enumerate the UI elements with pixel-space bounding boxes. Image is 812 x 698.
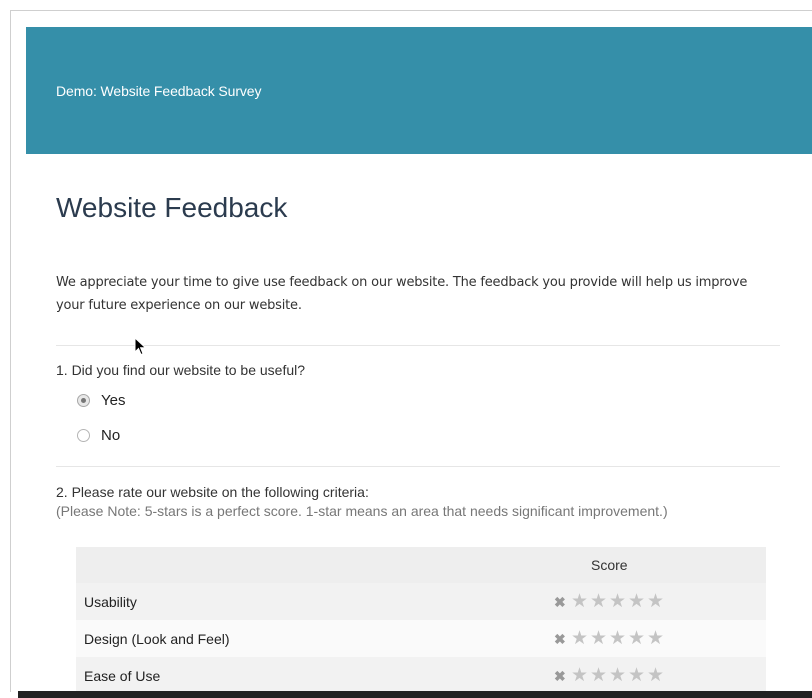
- rating-row-label: Design (Look and Feel): [84, 630, 230, 647]
- star-icon[interactable]: ★: [589, 629, 608, 648]
- question-2-note: (Please Note: 5-stars is a perfect score…: [56, 503, 668, 519]
- rating-row-design: Design (Look and Feel) ✖ ★ ★ ★ ★ ★: [76, 620, 766, 657]
- rating-row-usability: Usability ✖ ★ ★ ★ ★ ★: [76, 583, 766, 620]
- star-icon[interactable]: ★: [627, 592, 646, 611]
- star-icon[interactable]: ★: [608, 592, 627, 611]
- rating-table: Score Usability ✖ ★ ★ ★ ★ ★ Design (Look…: [76, 547, 766, 694]
- star-icon[interactable]: ★: [589, 666, 608, 685]
- rating-row-label: Usability: [84, 593, 137, 610]
- survey-title: Website Feedback: [56, 192, 288, 223]
- question-2-text: 2. Please rate our website on the follow…: [56, 484, 369, 500]
- star-icon[interactable]: ★: [608, 666, 627, 685]
- clear-rating-icon[interactable]: ✖: [554, 669, 570, 683]
- star-icon[interactable]: ★: [646, 592, 665, 611]
- star-rating: ✖ ★ ★ ★ ★ ★: [554, 629, 665, 648]
- survey-header-banner: Demo: Website Feedback Survey: [26, 27, 812, 154]
- clear-rating-icon[interactable]: ✖: [554, 595, 570, 609]
- star-icon[interactable]: ★: [646, 666, 665, 685]
- clear-rating-icon[interactable]: ✖: [554, 632, 570, 646]
- radio-option-yes[interactable]: Yes: [77, 392, 125, 409]
- radio-button-selected[interactable]: [77, 394, 90, 407]
- divider: [56, 345, 780, 346]
- rating-row-label: Ease of Use: [84, 667, 161, 684]
- score-column-header: Score: [591, 557, 628, 573]
- star-icon[interactable]: ★: [589, 592, 608, 611]
- radio-option-no[interactable]: No: [77, 427, 120, 444]
- radio-label-no: No: [101, 427, 121, 444]
- star-icon[interactable]: ★: [570, 592, 589, 611]
- star-icon[interactable]: ★: [570, 666, 589, 685]
- radio-label-yes: Yes: [101, 392, 126, 409]
- divider: [56, 466, 780, 467]
- mouse-cursor-icon: [134, 337, 147, 356]
- bottom-bar: [18, 691, 812, 698]
- star-rating: ✖ ★ ★ ★ ★ ★: [554, 666, 665, 685]
- radio-button[interactable]: [77, 429, 90, 442]
- star-icon[interactable]: ★: [608, 629, 627, 648]
- star-icon[interactable]: ★: [627, 666, 646, 685]
- star-icon[interactable]: ★: [627, 629, 646, 648]
- rating-table-header: Score: [76, 547, 766, 583]
- star-icon[interactable]: ★: [646, 629, 665, 648]
- survey-intro-text: We appreciate your time to give use feed…: [56, 275, 748, 313]
- question-1-text: 1. Did you find our website to be useful…: [56, 362, 306, 378]
- star-icon[interactable]: ★: [570, 629, 589, 648]
- rating-row-ease-of-use: Ease of Use ✖ ★ ★ ★ ★ ★: [76, 657, 766, 694]
- header-title: Demo: Website Feedback Survey: [56, 83, 262, 99]
- star-rating: ✖ ★ ★ ★ ★ ★: [554, 592, 665, 611]
